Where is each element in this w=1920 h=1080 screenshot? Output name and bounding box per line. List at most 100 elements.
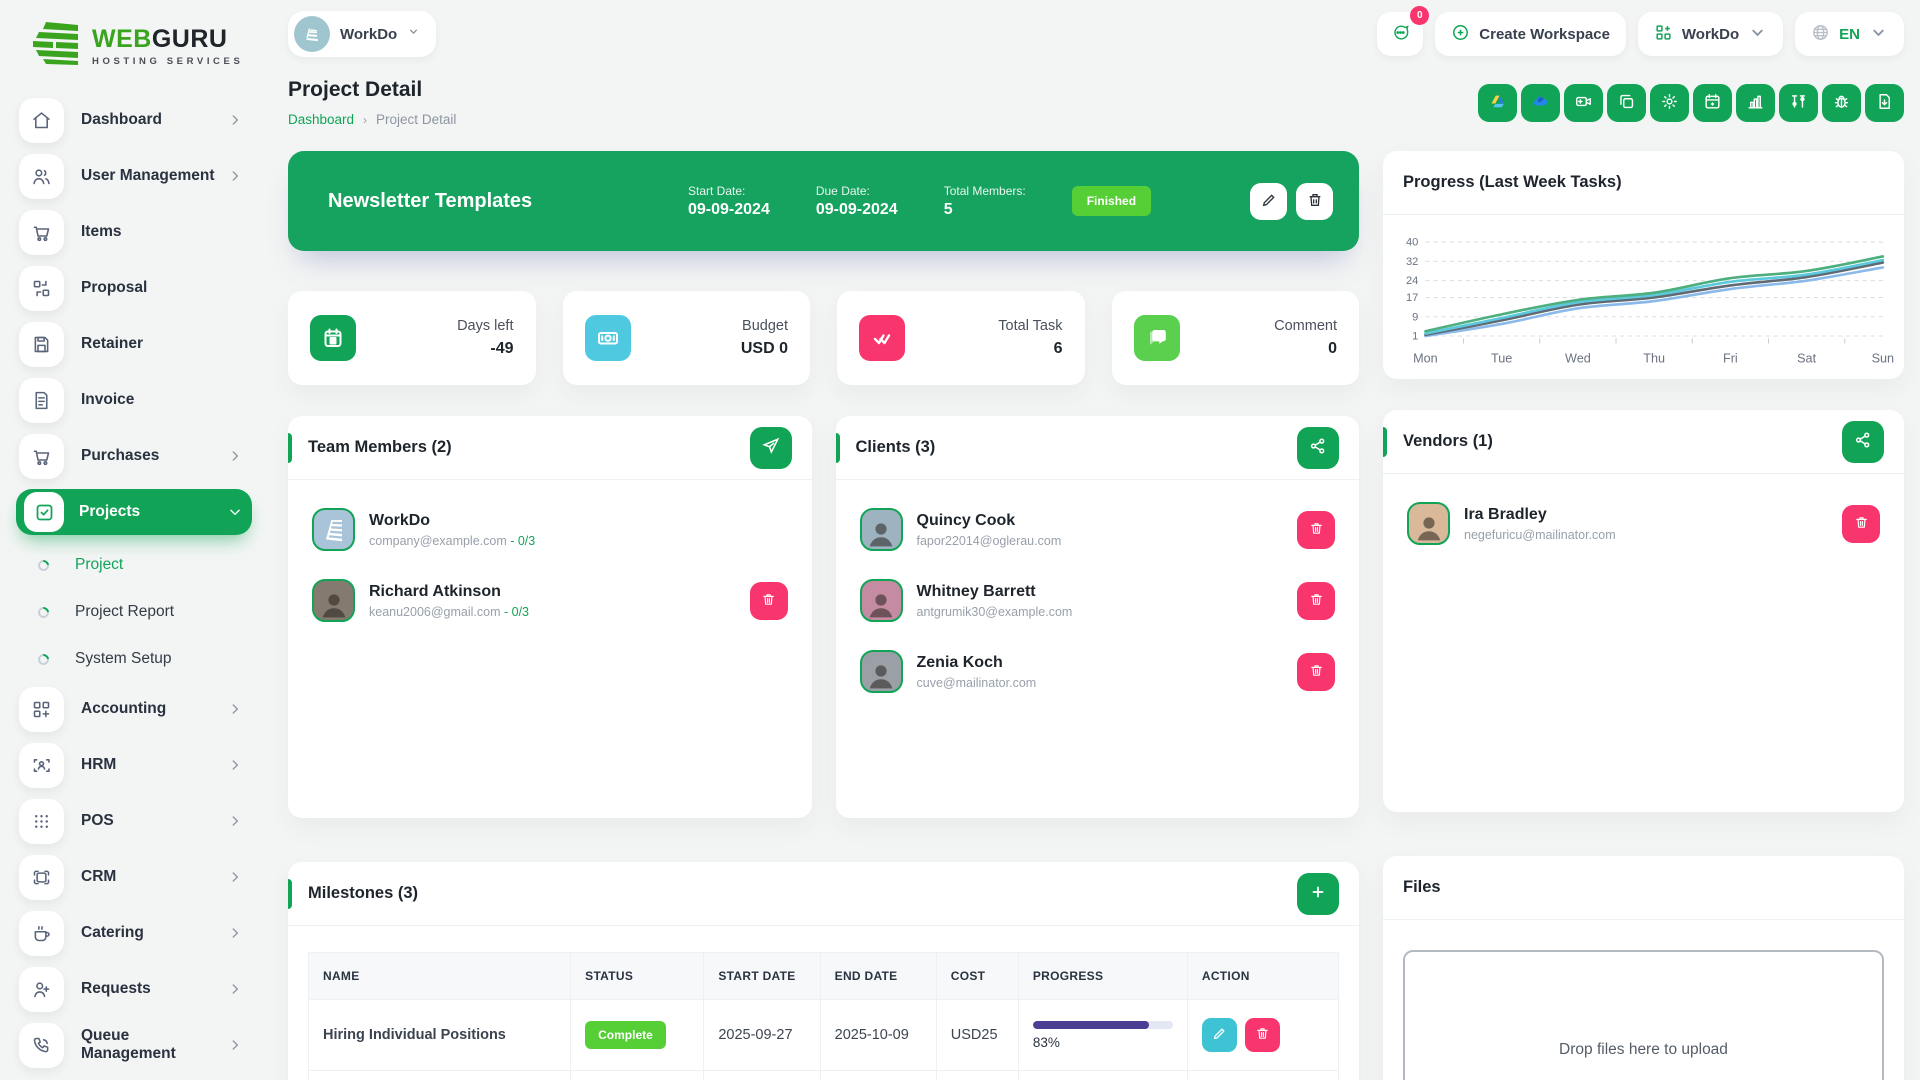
edit-project-button[interactable] [1250, 183, 1287, 220]
project-banner: Newsletter Templates Start Date: 09-09-2… [288, 151, 1359, 251]
svg-text:Thu: Thu [1643, 352, 1665, 366]
copy-button[interactable] [1607, 84, 1646, 122]
remove-zenia-koch-button[interactable] [1297, 653, 1335, 691]
coffee-icon [19, 911, 64, 956]
remove-whitney-barrett-button[interactable] [1297, 582, 1335, 620]
sidebar-item-user-management[interactable]: User Management [16, 153, 252, 199]
team-members-card: Team Members (2) WorkDocompany@example.c… [288, 416, 812, 818]
workspace-switcher[interactable]: WorkDo [288, 11, 436, 57]
delete-project-button[interactable] [1296, 183, 1333, 220]
comment-icon [1134, 315, 1180, 361]
chevron-right-icon [228, 1038, 242, 1052]
person-email: antgrumik30@example.com [917, 605, 1073, 619]
file-dropzone[interactable]: Drop files here to upload [1403, 950, 1884, 1080]
sidebar-item-requests[interactable]: Requests [16, 966, 252, 1012]
bar-chart-button[interactable] [1736, 84, 1775, 122]
share-icon [1854, 431, 1872, 452]
topbar: WorkDo 0 Create Workspace WorkDo [288, 0, 1904, 58]
bullet-icon [36, 557, 51, 572]
remove-richard-atkinson-button[interactable] [750, 582, 788, 620]
remove-quincy-cook-button[interactable] [1297, 511, 1335, 549]
svg-text:1: 1 [1412, 331, 1418, 343]
sidebar-item-crm[interactable]: CRM [16, 854, 252, 900]
sidebar-item-queue-management[interactable]: Queue Management [16, 1022, 252, 1068]
sidebar-item-catering[interactable]: Catering [16, 910, 252, 956]
sidebar-item-projects[interactable]: Projects [16, 489, 252, 535]
gantt-button[interactable] [1779, 84, 1818, 122]
create-workspace-button[interactable]: Create Workspace [1435, 12, 1626, 56]
sidebar-item-hrm[interactable]: HRM [16, 742, 252, 788]
sidebar-item-items[interactable]: Items [16, 209, 252, 255]
add-milestone-button[interactable] [1297, 873, 1339, 915]
video-plus-button[interactable] [1564, 84, 1603, 122]
sidebar-subitem-system-setup[interactable]: System Setup [38, 639, 252, 679]
language-selector[interactable]: EN [1795, 12, 1904, 56]
settings-gear-button[interactable] [1650, 84, 1689, 122]
edit-milestone-button[interactable] [1202, 1018, 1237, 1052]
sidebar-item-invoice[interactable]: Invoice [16, 377, 252, 423]
page-title: Project Detail [288, 78, 456, 102]
sidebar-subitem-project[interactable]: Project [38, 545, 252, 585]
trash-icon [1309, 521, 1324, 539]
delete-milestone-button[interactable] [1245, 1018, 1280, 1052]
check-square-icon [24, 492, 64, 532]
cart-icon [19, 210, 64, 255]
svg-text:Tue: Tue [1491, 352, 1512, 366]
chevron-right-icon [228, 449, 242, 463]
stat-label: Comment [1274, 318, 1337, 334]
column-header-name: NAME [309, 953, 571, 1000]
file-export-button[interactable] [1865, 84, 1904, 122]
gantt-icon [1789, 92, 1808, 114]
google-drive-icon [1488, 92, 1507, 114]
person-email: fapor22014@oglerau.com [917, 534, 1062, 548]
settings-gear-icon [1660, 92, 1679, 114]
bug-button[interactable] [1822, 84, 1861, 122]
workdo-menu-button[interactable]: WorkDo [1638, 12, 1783, 56]
milestone-progress: 0% [1018, 1071, 1187, 1080]
money-icon [585, 315, 631, 361]
trash-icon [761, 592, 776, 610]
stat-value: USD 0 [741, 340, 788, 358]
share-clients-button[interactable] [1297, 427, 1339, 469]
project-status-badge: Finished [1072, 186, 1151, 216]
trash-icon [1255, 1026, 1270, 1044]
google-drive-button[interactable] [1478, 84, 1517, 122]
avatar [312, 579, 355, 622]
trash-icon [1309, 592, 1324, 610]
svg-text:17: 17 [1406, 292, 1418, 304]
svg-text:Sun: Sun [1872, 352, 1895, 366]
files-title: Files [1403, 878, 1441, 897]
share-vendors-button[interactable] [1842, 421, 1884, 463]
sidebar-item-retainer[interactable]: Retainer [16, 321, 252, 367]
total-members-label: Total Members: [944, 184, 1026, 198]
person-name: Quincy Cook [917, 512, 1062, 530]
sidebar-item-dashboard[interactable]: Dashboard [16, 97, 252, 143]
calendar-button[interactable] [1693, 84, 1732, 122]
double-check-icon [859, 315, 905, 361]
invite-member-button[interactable] [750, 427, 792, 469]
breadcrumb-dashboard-link[interactable]: Dashboard [288, 112, 354, 127]
webguru-logo[interactable]: WEBGURU HOSTING SERVICES [16, 14, 252, 75]
stat-card-total-task: Total Task6 [837, 291, 1085, 385]
chevron-right-icon [228, 113, 242, 127]
sidebar-item-pos[interactable]: POS [16, 798, 252, 844]
person-name: Zenia Koch [917, 654, 1037, 672]
chevron-right-icon [228, 702, 242, 716]
svg-text:Fri: Fri [1723, 352, 1738, 366]
sidebar-item-accounting[interactable]: Accounting [16, 686, 252, 732]
stat-value: 0 [1274, 340, 1337, 358]
due-date-label: Due Date: [816, 184, 898, 198]
remove-ira-bradley-button[interactable] [1842, 505, 1880, 543]
messages-button[interactable]: 0 [1377, 12, 1423, 56]
onedrive-button[interactable] [1521, 84, 1560, 122]
crm-icon [19, 855, 64, 900]
integrations-toolbar [1478, 84, 1904, 122]
start-date-value: 09-09-2024 [688, 201, 770, 219]
sidebar-subitem-project-report[interactable]: Project Report [38, 592, 252, 632]
person-row-quincy-cook: Quincy Cook fapor22014@oglerau.com [856, 494, 1340, 565]
sidebar-item-proposal[interactable]: Proposal [16, 265, 252, 311]
person-row-workdo: WorkDocompany@example.com - 0/3 [308, 494, 792, 565]
sidebar-item-purchases[interactable]: Purchases [16, 433, 252, 479]
trash-icon [1854, 515, 1869, 533]
dropzone-text: Drop files here to upload [1559, 1041, 1728, 1059]
